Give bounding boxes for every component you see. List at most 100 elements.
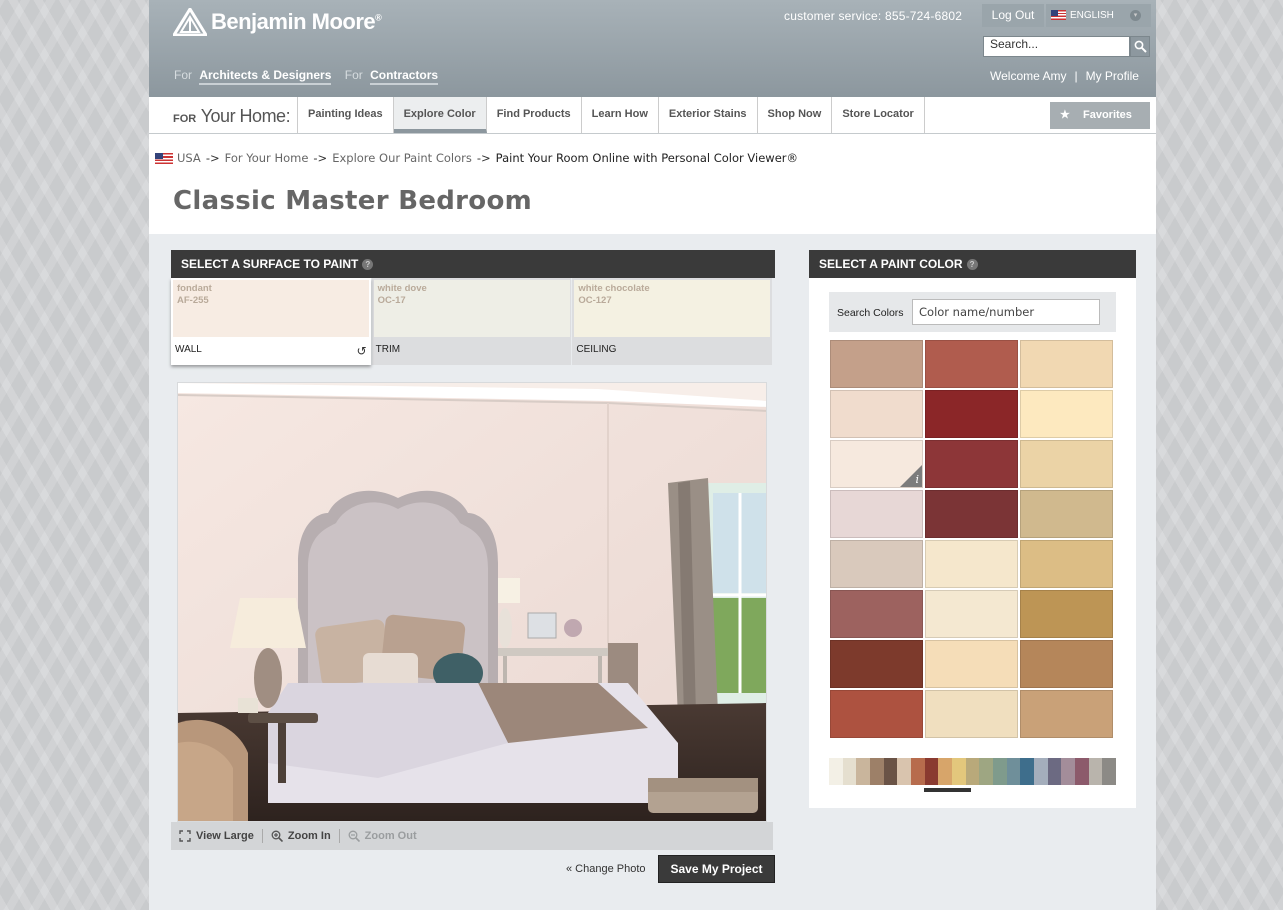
color-code: OC-17 — [377, 295, 406, 306]
breadcrumb-explore-colors[interactable]: Explore Our Paint Colors — [332, 151, 472, 165]
brand-name: Benjamin Moore® — [211, 9, 382, 34]
language-label: ENGLISH — [1070, 10, 1114, 21]
spectrum-swatch[interactable] — [979, 758, 994, 785]
surface-panel-title: SELECT A SURFACE TO PAINT — [181, 257, 359, 271]
spectrum-swatch[interactable] — [1020, 758, 1035, 785]
zoom-in-button[interactable]: Zoom In — [263, 829, 340, 843]
spectrum-swatch[interactable] — [1075, 758, 1089, 785]
surface-swatch: white chocolate OC-127 — [574, 280, 771, 337]
search-button[interactable] — [1130, 36, 1150, 57]
spectrum-swatch[interactable] — [952, 758, 966, 785]
color-chip[interactable] — [925, 440, 1018, 488]
spectrum-swatch[interactable] — [870, 758, 884, 785]
search-colors-label: Search Colors — [837, 307, 904, 319]
color-chip[interactable] — [1020, 690, 1113, 738]
color-chip[interactable] — [1020, 490, 1113, 538]
tab-shop-now[interactable]: Shop Now — [758, 97, 833, 133]
contractors-link[interactable]: Contractors — [370, 68, 439, 85]
spectrum-swatch[interactable] — [938, 758, 953, 785]
color-chip[interactable] — [925, 490, 1018, 538]
spectrum-swatch[interactable] — [1102, 758, 1117, 785]
architects-designers-link[interactable]: Architects & Designers — [199, 68, 332, 85]
my-profile-link[interactable]: My Profile — [1086, 69, 1139, 83]
color-search-input[interactable]: Color name/number — [912, 299, 1100, 325]
tab-find-products[interactable]: Find Products — [487, 97, 582, 133]
help-icon[interactable]: ? — [362, 259, 374, 270]
view-large-label: View Large — [196, 830, 254, 842]
room-preview-image[interactable] — [177, 382, 767, 822]
spectrum-swatch[interactable] — [883, 758, 898, 785]
favorites-label: Favorites — [1083, 109, 1132, 121]
color-chip[interactable] — [925, 340, 1018, 388]
undo-icon[interactable]: ↺ — [357, 344, 367, 358]
surface-label: TRIM — [375, 344, 401, 355]
zoom-out-button[interactable]: Zoom Out — [340, 829, 425, 843]
logout-button[interactable]: Log Out — [982, 4, 1044, 27]
tab-store-locator[interactable]: Store Locator — [832, 97, 925, 133]
save-project-button[interactable]: Save My Project — [658, 855, 775, 883]
info-icon: i — [915, 473, 919, 486]
surface-label: CEILING — [576, 344, 617, 355]
spectrum-swatch[interactable] — [842, 758, 857, 785]
spectrum-swatch[interactable] — [856, 758, 871, 785]
breadcrumb-current: Paint Your Room Online with Personal Col… — [495, 151, 799, 165]
page: Benjamin Moore® For Architects & Designe… — [149, 0, 1156, 910]
spectrum-swatch[interactable] — [897, 758, 912, 785]
language-selector[interactable]: ENGLISH ▾ — [1046, 4, 1151, 27]
tab-explore-color[interactable]: Explore Color — [393, 97, 487, 133]
zoom-in-label: Zoom In — [287, 830, 331, 842]
color-chip[interactable] — [1020, 340, 1113, 388]
spectrum-swatch[interactable] — [965, 758, 980, 785]
surface-wall[interactable]: fondant AF-255 WALL ↺ — [171, 278, 371, 365]
color-chip[interactable] — [925, 590, 1018, 638]
color-chip[interactable] — [1020, 440, 1113, 488]
color-chip[interactable] — [830, 690, 923, 738]
for-label: For — [174, 68, 192, 82]
spectrum-swatch[interactable] — [924, 758, 939, 785]
spectrum-swatch[interactable] — [1061, 758, 1076, 785]
surface-trim[interactable]: white dove OC-17 TRIM — [371, 278, 572, 365]
color-chip[interactable]: i — [830, 440, 923, 488]
site-search-input[interactable]: Search... — [983, 36, 1130, 57]
us-flag-icon — [1051, 10, 1066, 20]
color-chip[interactable] — [830, 540, 923, 588]
color-name: fondant — [177, 283, 212, 294]
color-chip[interactable] — [830, 390, 923, 438]
breadcrumb-usa[interactable]: USA — [177, 151, 201, 165]
spectrum-swatch[interactable] — [1034, 758, 1048, 785]
spectrum-swatch[interactable] — [1006, 758, 1021, 785]
color-chip[interactable] — [1020, 540, 1113, 588]
photo-toolbar: View Large Zoom In Zoom Out — [171, 822, 773, 850]
for-your-home-label: FOR Your Home: — [173, 106, 291, 126]
change-photo-link[interactable]: « Change Photo — [566, 863, 646, 875]
spectrum-swatch[interactable] — [1088, 758, 1103, 785]
brand-logo[interactable]: Benjamin Moore® — [173, 8, 382, 36]
breadcrumb-arrow: -> — [476, 151, 491, 165]
view-large-button[interactable]: View Large — [171, 829, 263, 843]
expand-icon — [179, 830, 191, 842]
tab-learn-how[interactable]: Learn How — [582, 97, 659, 133]
color-chip[interactable] — [830, 590, 923, 638]
color-chip[interactable] — [1020, 640, 1113, 688]
spectrum-swatch[interactable] — [911, 758, 925, 785]
color-chip[interactable] — [925, 640, 1018, 688]
color-chip[interactable] — [925, 390, 1018, 438]
tab-painting-ideas[interactable]: Painting Ideas — [298, 97, 394, 133]
surface-ceiling[interactable]: white chocolate OC-127 CEILING — [572, 278, 773, 365]
color-chip[interactable] — [1020, 390, 1113, 438]
color-chip[interactable] — [925, 690, 1018, 738]
color-chip[interactable] — [925, 540, 1018, 588]
help-icon[interactable]: ? — [966, 259, 978, 270]
spectrum-swatch[interactable] — [993, 758, 1007, 785]
color-chip[interactable] — [830, 640, 923, 688]
tab-exterior-stains[interactable]: Exterior Stains — [659, 97, 758, 133]
spectrum-swatch[interactable] — [1047, 758, 1062, 785]
breadcrumb-for-your-home[interactable]: For Your Home — [225, 151, 309, 165]
favorites-button[interactable]: ★ Favorites — [1050, 102, 1150, 129]
color-chip[interactable] — [830, 340, 923, 388]
color-chip[interactable] — [830, 490, 923, 538]
search-icon — [1134, 40, 1147, 53]
spectrum-swatch[interactable] — [829, 758, 843, 785]
color-chip[interactable] — [1020, 590, 1113, 638]
surface-label: WALL — [175, 344, 202, 355]
